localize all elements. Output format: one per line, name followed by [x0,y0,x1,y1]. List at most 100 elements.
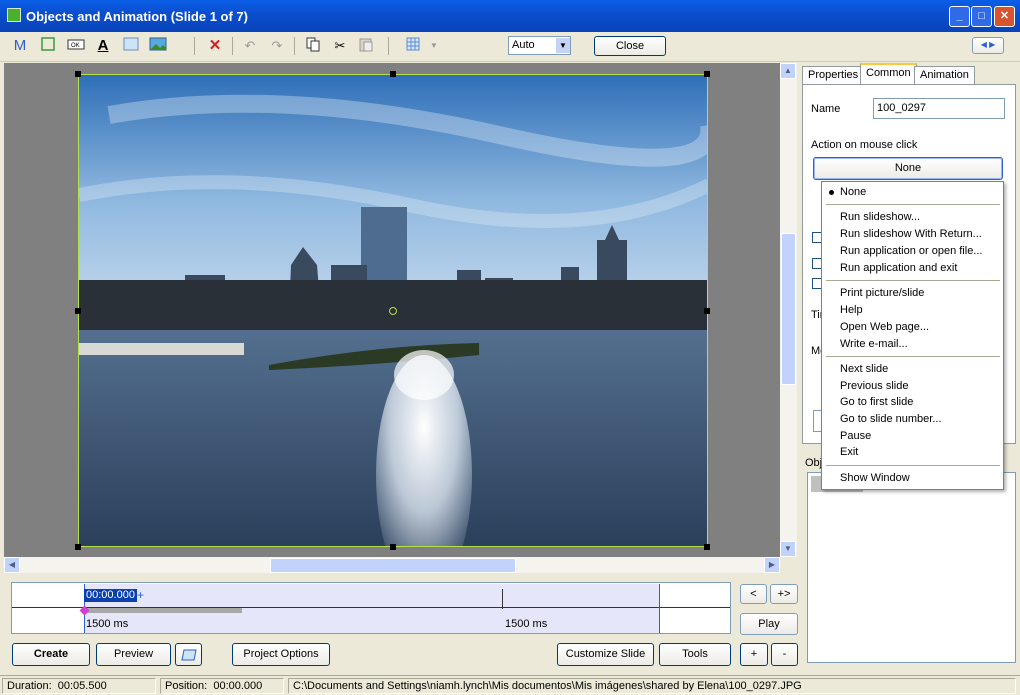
objects-list[interactable] [807,472,1016,663]
tools-button[interactable]: Tools [659,643,731,666]
add-frame-icon[interactable] [121,36,141,56]
timeline[interactable]: 00:00.000 + 1500 ms 1500 ms [11,582,731,634]
add-rectangle-icon[interactable] [38,36,58,56]
menu-item-open-web-page[interactable]: Open Web page... [840,321,929,333]
menu-item-run-application[interactable]: Run application or open file... [840,245,982,257]
tab-properties[interactable]: Properties [802,66,865,84]
action-label: Action on mouse click [811,139,918,151]
play-button[interactable]: Play [740,613,798,635]
chevron-down-icon: ▼ [556,38,570,53]
action-menu: None Run slideshow... Run slideshow With… [821,181,1004,490]
menu-item-none[interactable]: None [840,186,866,198]
grid-dropdown-icon[interactable]: ▼ [424,36,444,56]
toolbar: M OK A ✕ ↶ ↷ ✂ ▼ Auto ▼ Close ◀ ▶ [0,32,1020,62]
resize-handle[interactable] [75,71,81,77]
maximize-button[interactable]: □ [971,6,992,27]
zoom-select[interactable]: Auto ▼ [508,36,571,55]
menu-item-pause[interactable]: Pause [840,430,871,442]
objects-label: Obj [805,457,823,469]
status-bar: Duration: 00:05.500 Position: 00:00.000 … [0,675,1020,695]
menu-item-next-slide[interactable]: Next slide [840,363,888,375]
duration-cell: Duration: 00:05.500 [2,678,156,694]
timeline-time[interactable]: 00:00.000 [84,589,137,602]
add-keyframe-button[interactable]: +> [770,584,798,604]
menu-item-slide-number[interactable]: Go to slide number... [840,413,942,425]
resize-handle[interactable] [390,544,396,550]
project-options-button[interactable]: Project Options [232,643,330,666]
menu-item-first-slide[interactable]: Go to first slide [840,396,913,408]
resize-handle[interactable] [704,308,710,314]
prev-keyframe-button[interactable]: < [740,584,767,604]
toolbar-separator [232,37,233,55]
customize-slide-button[interactable]: Customize Slide [557,643,654,666]
position-value: 00:00.000 [213,680,263,692]
window-title: Objects and Animation (Slide 1 of 7) [26,9,248,24]
redo-icon[interactable]: ↷ [267,36,287,56]
menu-item-print[interactable]: Print picture/slide [840,287,924,299]
nav-arrows-button[interactable]: ◀ ▶ [972,37,1004,54]
preview-button[interactable]: Preview [96,643,171,666]
horizontal-scroll-thumb[interactable] [270,558,516,573]
toolbar-separator [294,37,295,55]
position-cell: Position: 00:00.000 [160,678,284,694]
cut-icon[interactable]: ✂ [330,36,350,56]
copy-icon[interactable] [303,36,323,56]
timeline-end-line [659,584,660,633]
minimize-button[interactable]: _ [949,6,970,27]
toolbar-separator [388,37,389,55]
menu-separator [826,280,1000,281]
scroll-down-icon[interactable]: ▼ [780,541,796,557]
scroll-up-icon[interactable]: ▲ [780,63,796,79]
timeline-add-icon[interactable]: + [137,588,144,602]
horizontal-scrollbar[interactable]: ◀ ▶ [4,557,780,573]
resize-handle[interactable] [75,544,81,550]
tab-animation[interactable]: Animation [914,66,975,84]
position-label: Position: [165,680,208,692]
close-button[interactable]: Close [594,36,666,56]
menu-item-show-window[interactable]: Show Window [840,472,910,484]
resize-handle[interactable] [704,544,710,550]
vertical-scroll-thumb[interactable] [781,233,796,385]
scroll-left-icon[interactable]: ◀ [4,557,20,573]
grid-icon[interactable] [403,36,423,56]
menu-item-run-application-exit[interactable]: Run application and exit [840,262,957,274]
menu-item-run-slideshow-return[interactable]: Run slideshow With Return... [840,228,982,240]
menu-item-help[interactable]: Help [840,304,863,316]
rotation-center-handle[interactable] [389,307,397,315]
delete-icon[interactable]: ✕ [205,36,225,56]
paste-icon[interactable] [356,36,376,56]
toolbar-separator [194,37,195,55]
add-object-button[interactable]: + [740,643,768,666]
menu-separator [826,465,1000,466]
timeline-tick [502,589,503,609]
selected-bullet-icon [829,190,834,195]
close-window-button[interactable]: ✕ [994,6,1015,27]
action-dropdown-button[interactable]: None [813,157,1003,180]
text-style-icon[interactable]: A [93,36,113,56]
slide-view-icon[interactable] [175,643,202,666]
resize-handle[interactable] [75,308,81,314]
remove-object-button[interactable]: - [771,643,798,666]
resize-handle[interactable] [390,71,396,77]
add-button-icon[interactable]: OK [66,36,86,56]
menu-item-run-slideshow[interactable]: Run slideshow... [840,211,920,223]
resize-handle[interactable] [704,71,710,77]
name-field[interactable]: 100_0297 [873,98,1005,119]
tab-common[interactable]: Common [860,63,917,85]
timeline-marker-2: 1500 ms [505,618,548,630]
menu-item-write-email[interactable]: Write e-mail... [840,338,908,350]
create-button[interactable]: Create [12,643,90,666]
menu-item-previous-slide[interactable]: Previous slide [840,380,908,392]
add-text-icon[interactable]: M [10,36,30,56]
scroll-right-icon[interactable]: ▶ [764,557,780,573]
svg-text:OK: OK [71,43,80,49]
name-label: Name [811,103,841,115]
undo-icon[interactable]: ↶ [240,36,260,56]
app-icon [7,8,21,22]
menu-item-exit[interactable]: Exit [840,446,858,458]
zoom-value: Auto [512,39,535,51]
add-image-icon[interactable] [148,36,168,56]
vertical-scrollbar[interactable]: ▲ ▼ [780,63,797,557]
timeline-progress [84,608,242,613]
menu-separator [826,356,1000,357]
